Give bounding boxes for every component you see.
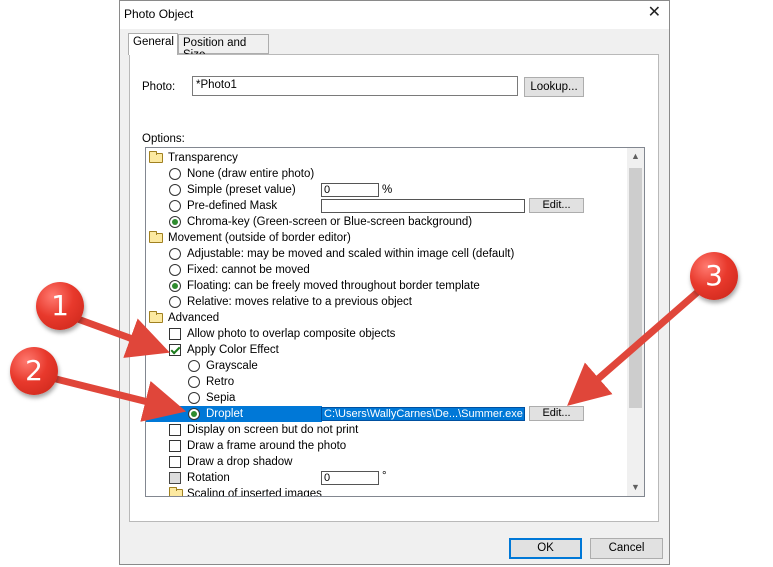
callout-badge-3: 3 (690, 252, 738, 300)
arrow-1 (73, 314, 170, 358)
callout-badge-2: 2 (10, 347, 58, 395)
arrow-2 (51, 374, 187, 422)
callout-arrows (51, 287, 703, 422)
tab-general[interactable]: General (128, 33, 178, 55)
callout-badge-1: 1 (36, 282, 84, 330)
arrow-3 (567, 287, 703, 406)
